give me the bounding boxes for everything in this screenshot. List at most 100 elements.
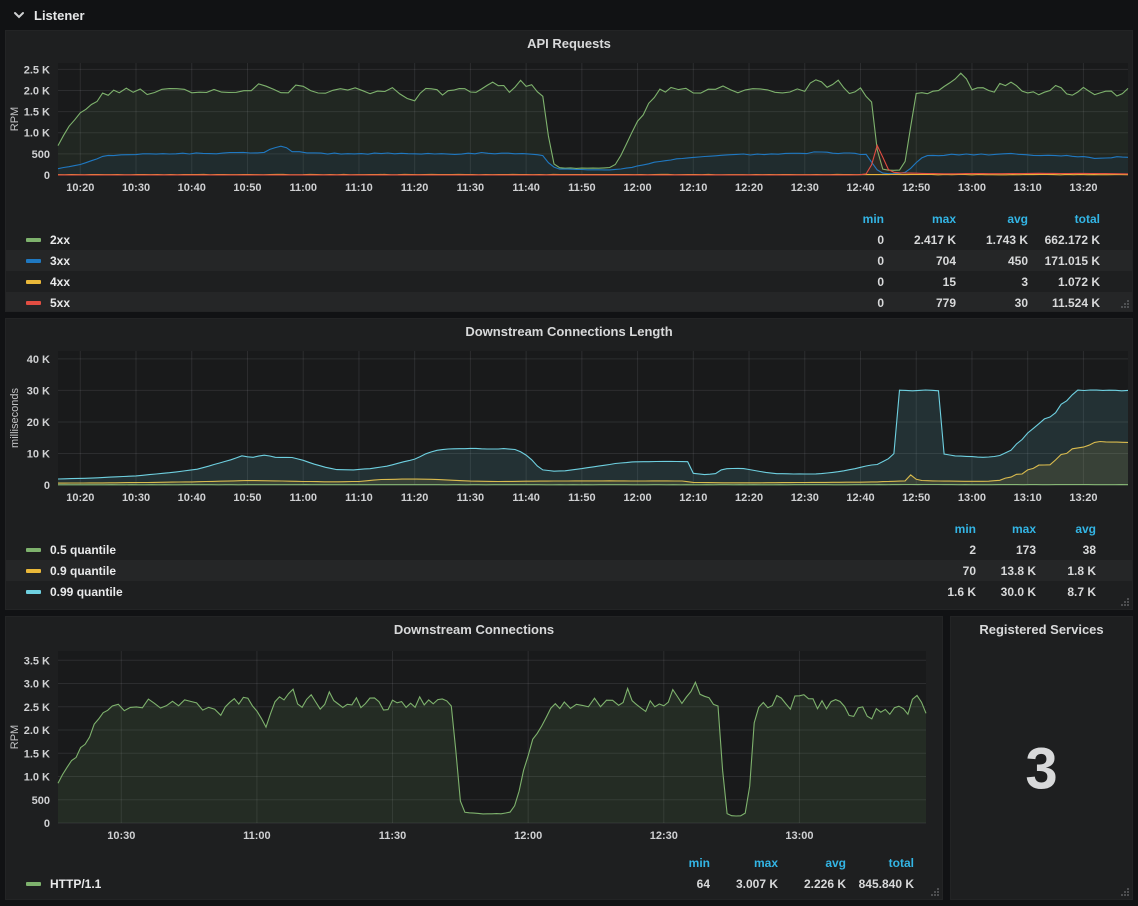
x-tick-label: 11:30 <box>379 830 407 842</box>
downstream-connections-length-chart[interactable]: 010 K20 K30 K40 K10:2010:3010:4010:5011:… <box>6 345 1133 517</box>
legend-value: 173 <box>976 543 1036 557</box>
panel-title-api-requests[interactable]: API Requests <box>6 31 1132 57</box>
legend-row-2xx[interactable]: 2xx02.417 K1.743 K662.172 K <box>6 229 1132 250</box>
legend-series-name[interactable]: 3xx <box>26 254 812 268</box>
legend-value: 1.8 K <box>1036 564 1096 578</box>
legend-value: 1.743 K <box>956 233 1028 247</box>
series-color-swatch[interactable] <box>26 548 41 552</box>
series-color-swatch[interactable] <box>26 259 41 263</box>
legend-value: 1.072 K <box>1028 275 1100 289</box>
y-tick-label: 0 <box>44 480 50 492</box>
legend-col-avg[interactable]: avg <box>1036 522 1096 536</box>
x-tick-label: 10:30 <box>122 492 150 504</box>
legend-series-name[interactable]: 0.9 quantile <box>26 564 916 578</box>
legend-row-3xx[interactable]: 3xx0704450171.015 K <box>6 250 1132 271</box>
y-tick-label: 20 K <box>27 417 50 429</box>
legend-row-0.5 quantile[interactable]: 0.5 quantile217338 <box>6 539 1132 560</box>
api-requests-chart[interactable]: 05001.0 K1.5 K2.0 K2.5 K10:2010:3010:401… <box>6 57 1133 207</box>
x-tick-label: 11:40 <box>512 492 540 504</box>
legend-series-name[interactable]: 2xx <box>26 233 812 247</box>
x-tick-label: 12:40 <box>846 182 874 194</box>
panel-title-registered-services[interactable]: Registered Services <box>951 617 1132 643</box>
legend-value: 171.015 K <box>1028 254 1100 268</box>
legend-series-name[interactable]: 0.99 quantile <box>26 585 916 599</box>
legend-value: 30.0 K <box>976 585 1036 599</box>
panel-title-downstream-connections[interactable]: Downstream Connections <box>6 617 942 643</box>
series-color-swatch[interactable] <box>26 238 41 242</box>
legend-series-name[interactable]: 5xx <box>26 296 812 310</box>
legend-col-min[interactable]: min <box>916 522 976 536</box>
legend-col-total[interactable]: total <box>846 856 914 870</box>
y-tick-label: 2.5 K <box>24 702 50 714</box>
legend-value: 779 <box>884 296 956 310</box>
legend-row-4xx[interactable]: 4xx01531.072 K <box>6 271 1132 292</box>
resize-handle-icon[interactable] <box>1118 297 1130 309</box>
y-tick-label: 2.0 K <box>24 85 50 97</box>
legend-series-name[interactable]: 0.5 quantile <box>26 543 916 557</box>
x-tick-label: 13:00 <box>958 492 986 504</box>
y-tick-label: 1.5 K <box>24 107 50 119</box>
legend-value: 450 <box>956 254 1028 268</box>
resize-handle-icon[interactable] <box>1118 595 1130 607</box>
legend-col-max[interactable]: max <box>976 522 1036 536</box>
series-color-swatch[interactable] <box>26 882 41 886</box>
x-tick-label: 11:10 <box>345 492 373 504</box>
legend-row-0.9 quantile[interactable]: 0.9 quantile7013.8 K1.8 K <box>6 560 1132 581</box>
series-label: 2xx <box>50 233 70 247</box>
resize-handle-icon[interactable] <box>928 885 940 897</box>
y-tick-label: 1.0 K <box>24 772 50 784</box>
legend-value: 8.7 K <box>1036 585 1096 599</box>
series-label: 0.99 quantile <box>50 585 123 599</box>
legend-row-HTTP/1.1[interactable]: HTTP/1.1643.007 K2.226 K845.840 K <box>6 873 942 894</box>
series-color-swatch[interactable] <box>26 590 41 594</box>
legend-value: 64 <box>642 877 710 891</box>
y-tick-label: 40 K <box>27 354 50 366</box>
legend-col-min[interactable]: min <box>812 212 884 226</box>
row-header-listener[interactable]: Listener <box>5 0 1133 30</box>
x-tick-label: 10:50 <box>233 492 261 504</box>
y-tick-label: 1.5 K <box>24 748 50 760</box>
x-tick-label: 12:00 <box>624 492 652 504</box>
downstream-connections-length-legend: minmaxavg 0.5 quantile2173380.9 quantile7… <box>6 519 1132 602</box>
panel-title-downstream-connections-length[interactable]: Downstream Connections Length <box>6 319 1132 345</box>
legend-col-min[interactable]: min <box>642 856 710 870</box>
legend-col-max[interactable]: max <box>710 856 778 870</box>
x-tick-label: 12:50 <box>902 182 930 194</box>
series-color-swatch[interactable] <box>26 280 41 284</box>
series-color-swatch[interactable] <box>26 569 41 573</box>
panel-downstream-connections-length: Downstream Connections Length 0 10 K 20 K 3… <box>5 318 1133 610</box>
x-tick-label: 12:00 <box>624 182 652 194</box>
api-requests-legend: minmaxavgtotal2xx02.417 K1.743 K662.172 … <box>6 209 1132 312</box>
x-tick-label: 11:10 <box>345 182 373 194</box>
resize-handle-icon[interactable] <box>1118 885 1130 897</box>
series-label: HTTP/1.1 <box>50 877 101 891</box>
x-tick-label: 11:00 <box>289 492 317 504</box>
y-tick-label: 10 K <box>27 448 50 460</box>
downstream-connections-chart[interactable]: 05001.0 K1.5 K2.0 K2.5 K3.0 K3.5 K10:301… <box>6 643 943 851</box>
legend-col-avg[interactable]: avg <box>956 212 1028 226</box>
legend-col-avg[interactable]: avg <box>778 856 846 870</box>
series-color-swatch[interactable] <box>26 301 41 305</box>
x-tick-label: 13:20 <box>1069 492 1097 504</box>
x-tick-label: 11:00 <box>289 182 317 194</box>
x-tick-label: 12:30 <box>791 182 819 194</box>
row-title: Listener <box>34 8 85 23</box>
series-label: 5xx <box>50 296 70 310</box>
x-tick-label: 12:40 <box>846 492 874 504</box>
y-tick-label: 30 K <box>27 385 50 397</box>
legend-value: 0 <box>812 233 884 247</box>
legend-series-name[interactable]: 4xx <box>26 275 812 289</box>
legend-row-0.99 quantile[interactable]: 0.99 quantile1.6 K30.0 K8.7 K <box>6 581 1132 602</box>
legend-series-name[interactable]: HTTP/1.1 <box>26 877 642 891</box>
legend-col-max[interactable]: max <box>884 212 956 226</box>
dashboard: Listener API Requests 05001.0 K1.5 K2.0 … <box>0 0 1138 906</box>
legend-row-5xx[interactable]: 5xx07793011.524 K <box>6 292 1132 312</box>
legend-col-total[interactable]: total <box>1028 212 1100 226</box>
bottom-row: Downstream Connections 05001.0 K1.5 K2.0… <box>5 616 1133 906</box>
y-tick-label: 2.5 K <box>24 64 50 76</box>
legend-value: 845.840 K <box>846 877 914 891</box>
y-tick-label: 0 <box>44 170 50 182</box>
legend-value: 662.172 K <box>1028 233 1100 247</box>
x-tick-label: 11:20 <box>401 182 429 194</box>
legend-value: 15 <box>884 275 956 289</box>
